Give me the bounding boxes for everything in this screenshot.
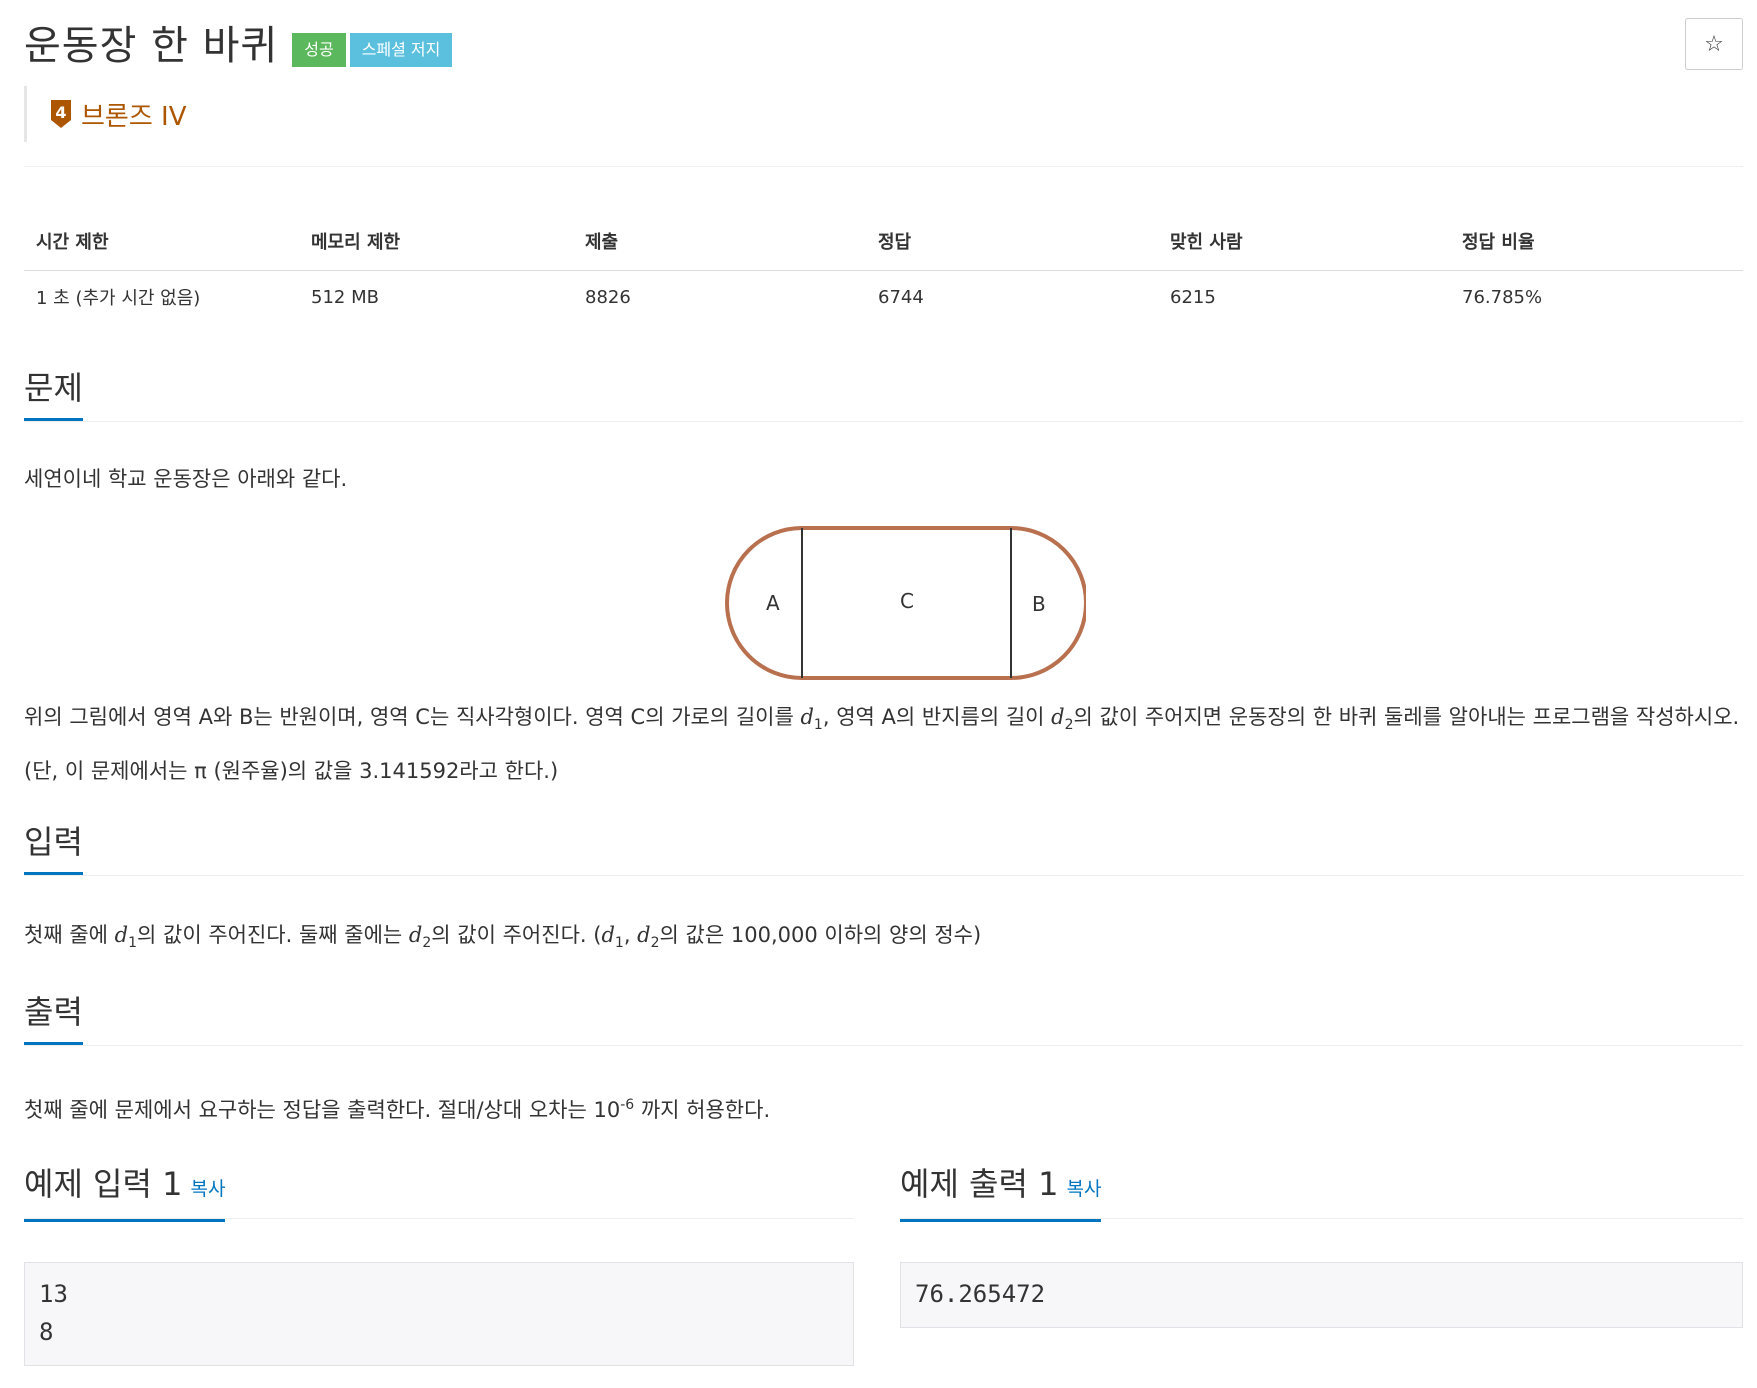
sample-input-title: 예제 입력 1 복사 <box>24 1162 226 1222</box>
value-time-limit: 1 초 (추가 시간 없음) <box>36 288 201 309</box>
tier-label: 브론즈 IV <box>81 101 187 132</box>
problem-info-table: 시간 제한 메모리 제한 제출 정답 맞힌 사람 정답 비율 1 초 (추가 시… <box>24 212 1743 323</box>
table-row: 1 초 (추가 시간 없음) 512 MB 8826 6744 6215 76.… <box>24 271 1743 323</box>
header-accepted: 정답 <box>878 232 912 253</box>
value-memory-limit: 512 MB <box>311 286 379 308</box>
problem-intro: 세연이네 학교 운동장은 아래와 같다. <box>24 467 348 491</box>
header-time-limit: 시간 제한 <box>36 232 109 253</box>
value-accept-ratio: 76.785% <box>1462 286 1543 308</box>
value-submissions: 8826 <box>585 286 631 308</box>
section-divider <box>24 1045 1743 1046</box>
header-accept-ratio: 정답 비율 <box>1462 232 1535 253</box>
output-description: 첫째 줄에 문제에서 요구하는 정답을 출력한다. 절대/상대 오차는 10-6… <box>24 1097 771 1122</box>
header-solved-users: 맞힌 사람 <box>1170 232 1243 253</box>
status-badge-special-judge: 스페셜 저지 <box>349 33 453 67</box>
section-title-input: 입력 <box>24 820 83 875</box>
figure-label-c: C <box>900 589 914 613</box>
sample-output-title: 예제 출력 1 복사 <box>900 1162 1102 1222</box>
figure-label-b: B <box>1032 592 1046 616</box>
header-memory-limit: 메모리 제한 <box>311 232 401 253</box>
section-divider <box>24 1218 854 1219</box>
sample-output-box[interactable]: 76.265472 <box>900 1262 1743 1328</box>
problem-description: 위의 그림에서 영역 A와 B는 반원이며, 영역 C는 직사각형이다. 영역 … <box>24 705 1740 784</box>
tier-number: 4 <box>55 103 66 122</box>
sample-input-box[interactable]: 13 8 <box>24 1262 854 1366</box>
figure-label-a: A <box>766 591 780 615</box>
divider <box>24 166 1743 167</box>
header-submissions: 제출 <box>585 232 619 253</box>
section-title-problem: 문제 <box>24 366 83 421</box>
tier-shield-icon: 4 <box>51 100 71 128</box>
input-description: 첫째 줄에 d1의 값이 주어진다. 둘째 줄에는 d2의 값이 주어진다. (… <box>24 923 982 952</box>
status-badge-success: 성공 <box>292 33 346 67</box>
section-divider <box>24 875 1743 876</box>
section-divider <box>900 1218 1743 1219</box>
copy-output-link[interactable]: 복사 <box>1066 1178 1101 1200</box>
title-row: 운동장 한 바퀴 성공 스페셜 저지 <box>24 18 456 74</box>
track-figure: A C B <box>725 526 1086 680</box>
favorite-button[interactable]: ☆ <box>1685 18 1743 70</box>
table-header-row: 시간 제한 메모리 제한 제출 정답 맞힌 사람 정답 비율 <box>24 212 1743 271</box>
section-title-output: 출력 <box>24 990 83 1045</box>
problem-title: 운동장 한 바퀴 <box>24 23 279 69</box>
star-icon: ☆ <box>1704 31 1724 57</box>
section-divider <box>24 421 1743 422</box>
problem-page: 운동장 한 바퀴 성공 스페셜 저지 ☆ 4 브론즈 IV 시간 제한 메모리 … <box>0 0 1757 1388</box>
value-solved-users: 6215 <box>1170 286 1216 308</box>
tier-row[interactable]: 4 브론즈 IV <box>24 86 186 142</box>
value-accepted: 6744 <box>878 286 924 308</box>
copy-input-link[interactable]: 복사 <box>190 1178 225 1200</box>
